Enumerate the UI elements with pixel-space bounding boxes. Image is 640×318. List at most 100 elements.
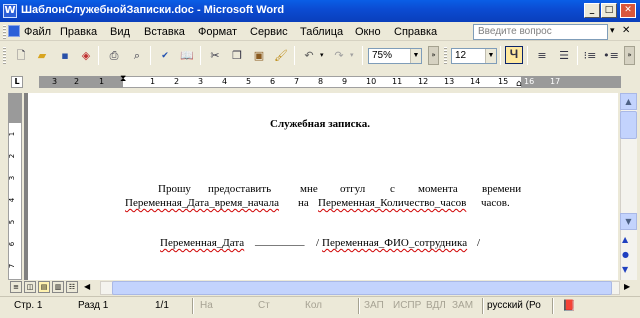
spelling-icon[interactable]: ✔ [156, 46, 174, 64]
toolbar-grip[interactable] [3, 47, 6, 64]
align-left-icon[interactable]: ≡ [533, 46, 551, 64]
menu-help[interactable]: Справка [394, 26, 437, 38]
vruler-number: 5 [8, 219, 17, 225]
bold-button[interactable]: Ч [505, 46, 523, 64]
para-word: Прошу [158, 183, 191, 195]
status-language: русский (Ро [487, 300, 541, 311]
para-word: момента [418, 183, 458, 195]
toolbar-separator [362, 46, 363, 65]
redo-dropdown-icon[interactable]: ▾ [350, 51, 354, 59]
close-button[interactable]: ✕ [620, 3, 636, 18]
help-dropdown-icon[interactable]: ▾ [610, 26, 615, 36]
status-overtype[interactable]: ЗАМ [452, 300, 473, 311]
zoom-select[interactable]: 75% ▼ [368, 48, 422, 64]
horizontal-scroll-thumb[interactable] [112, 281, 612, 295]
signature-blank: _________ [255, 235, 305, 247]
new-document-icon[interactable]: 🗋 [12, 46, 30, 64]
spelling-status-icon[interactable]: 📕 [562, 299, 576, 312]
vertical-scroll-thumb[interactable] [620, 111, 637, 139]
justify-icon[interactable]: ☰ [555, 46, 573, 64]
paste-icon[interactable]: ▣ [250, 46, 268, 64]
normal-view-icon[interactable]: ≡ [10, 281, 22, 293]
scroll-left-icon[interactable]: ◀ [84, 282, 90, 291]
undo-dropdown-icon[interactable]: ▾ [320, 51, 324, 59]
slash: / [477, 237, 481, 249]
scroll-up-icon[interactable]: ▲ [620, 93, 637, 110]
chevron-down-icon[interactable]: ▼ [410, 49, 421, 63]
window-title: ШаблонСлужебнойЗаписки.doc - Microsoft W… [21, 4, 285, 16]
toolbar-overflow-icon[interactable]: » [428, 46, 439, 65]
menu-window[interactable]: Окно [355, 26, 381, 38]
font-size-select[interactable]: 12 ▼ [451, 48, 497, 64]
save-icon[interactable]: ▪ [56, 46, 74, 64]
toolbar-separator [527, 46, 528, 65]
previous-page-icon[interactable]: ▲ [622, 235, 628, 244]
field-date: Переменная_Дата [160, 237, 245, 249]
menu-file[interactable]: Файл [24, 26, 51, 38]
scroll-down-icon[interactable]: ▼ [620, 213, 637, 230]
permission-icon[interactable]: ◈ [77, 46, 95, 64]
numbered-list-icon[interactable]: ⁝≡ [581, 46, 599, 64]
maximize-button[interactable]: □ [601, 3, 617, 18]
menu-table[interactable]: Таблица [300, 26, 343, 38]
ruler-number: 3 [52, 77, 58, 86]
status-separator [552, 298, 554, 314]
status-extend[interactable]: ВДЛ [426, 300, 446, 311]
menu-insert[interactable]: Вставка [144, 26, 185, 38]
toolbar-separator [200, 46, 201, 65]
menu-grip[interactable] [3, 25, 6, 39]
print-icon[interactable]: ⎙ [105, 46, 123, 64]
undo-icon[interactable]: ↶ [300, 46, 318, 64]
ruler-number: 2 [74, 77, 80, 86]
toolbar-separator [150, 46, 151, 65]
status-column: Кол [305, 300, 323, 311]
right-indent-marker-icon[interactable]: ⌂ [516, 79, 522, 89]
next-page-icon[interactable]: ▼ [622, 265, 628, 274]
ruler-number: 13 [444, 77, 455, 86]
word-app-icon[interactable]: W [3, 4, 17, 18]
scroll-right-icon[interactable]: ▶ [624, 282, 630, 291]
indent-marker-icon[interactable]: ⧗ [120, 74, 126, 84]
help-question-input[interactable]: Введите вопрос [473, 24, 608, 40]
chevron-down-icon[interactable]: ▼ [485, 49, 496, 63]
document-icon[interactable] [8, 25, 20, 37]
web-view-icon[interactable]: ◫ [24, 281, 36, 293]
ruler-number: 7 [294, 77, 300, 86]
vertical-ruler-margin [8, 93, 22, 123]
open-folder-icon[interactable]: ▰ [33, 46, 51, 64]
ruler-number: 8 [318, 77, 324, 86]
status-track-changes[interactable]: ИСПР [393, 300, 421, 311]
toolbar-separator [98, 46, 99, 65]
ruler-number: 1 [99, 77, 105, 86]
status-at: На [200, 300, 213, 311]
format-painter-icon[interactable]: 🖌 [272, 46, 290, 64]
toolbar-separator [294, 46, 295, 65]
menu-view[interactable]: Вид [110, 26, 130, 38]
status-record[interactable]: ЗАП [364, 300, 384, 311]
outline-view-icon[interactable]: ☷ [66, 281, 78, 293]
ruler-right-margin [521, 76, 621, 88]
toolbar-grip[interactable] [444, 47, 447, 64]
zoom-value: 75% [372, 50, 393, 61]
print-preview-icon[interactable]: ⌕ [128, 46, 146, 64]
select-browse-object-icon[interactable]: ● [622, 250, 629, 259]
memo-title: Служебная записка. [270, 118, 370, 130]
toolbar-overflow-icon[interactable]: » [624, 46, 635, 65]
reading-view-icon[interactable]: ▥ [52, 281, 64, 293]
para-word: с [390, 183, 395, 195]
tab-stop-selector[interactable]: L [11, 76, 23, 88]
redo-icon[interactable]: ↷ [330, 46, 348, 64]
menu-tools[interactable]: Сервис [250, 26, 288, 38]
menu-edit[interactable]: Правка [60, 26, 97, 38]
copy-icon[interactable]: ❐ [228, 46, 246, 64]
font-size-value: 12 [455, 50, 467, 61]
menu-format[interactable]: Формат [198, 26, 237, 38]
research-icon[interactable]: 📖 [178, 46, 196, 64]
bulleted-list-icon[interactable]: •≡ [602, 46, 620, 64]
print-layout-icon[interactable]: ▤ [38, 281, 50, 293]
ruler-number: 3 [198, 77, 204, 86]
cut-icon[interactable]: ✂ [206, 46, 224, 64]
minimize-button[interactable]: _ [584, 3, 600, 18]
close-document-button[interactable]: ✕ [622, 25, 630, 36]
status-separator [358, 298, 360, 314]
